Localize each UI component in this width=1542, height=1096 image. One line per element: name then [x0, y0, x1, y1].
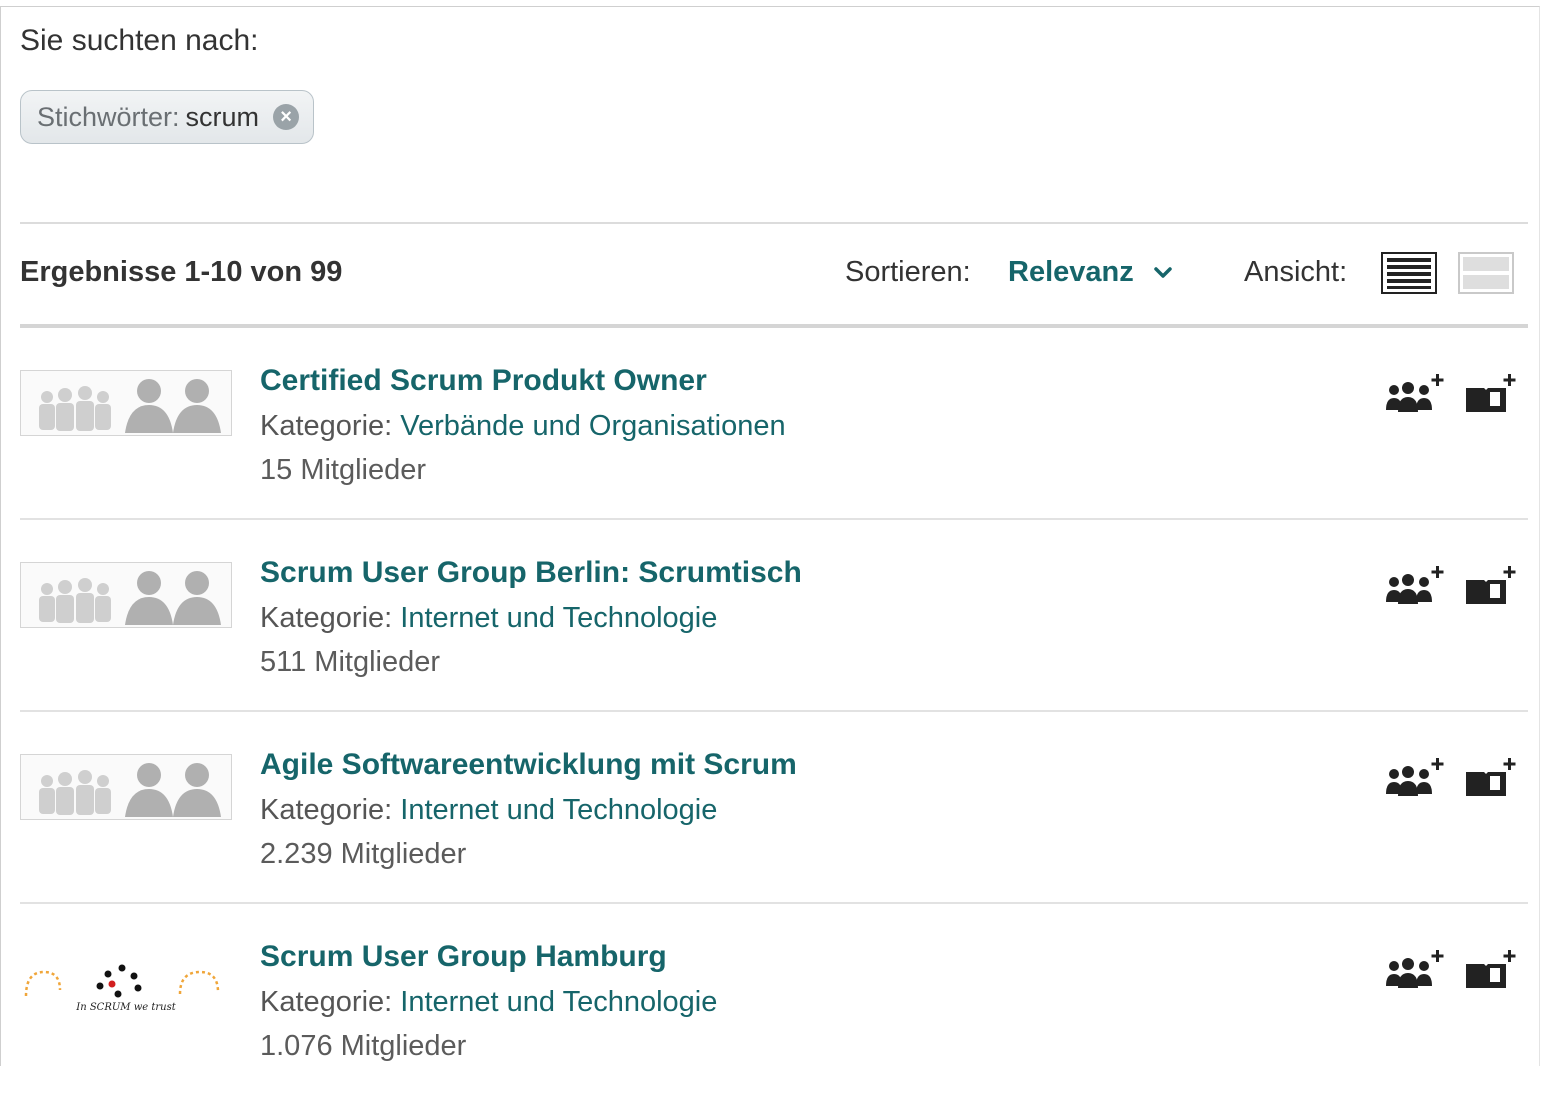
sort-dropdown[interactable]: Relevanz [1008, 256, 1172, 289]
view-label: Ansicht: [1244, 256, 1348, 288]
category-label: Kategorie: [260, 410, 393, 442]
group-result-item: Agile Softwareentwicklung mit Scrum Kate… [20, 714, 1528, 904]
sort-dropdown-value: Relevanz [1008, 256, 1134, 288]
group-title-link[interactable]: Scrum User Group Hamburg [260, 940, 667, 974]
category-label: Kategorie: [260, 794, 393, 826]
group-category: Kategorie: Verbände und Organisationen [260, 410, 786, 443]
group-category: Kategorie: Internet und Technologie [260, 794, 717, 827]
people-placeholder-icon [39, 379, 221, 433]
member-count: 1.076 Mitglieder [260, 1030, 467, 1062]
detail-view-icon[interactable] [1458, 252, 1514, 294]
bookmark-group-icon[interactable] [1464, 756, 1518, 800]
group-result-item: In SCRUM we trust Scrum User Group Hambu… [20, 906, 1528, 1096]
category-link[interactable]: Internet und Technologie [400, 602, 717, 634]
chevron-down-icon [1153, 266, 1172, 278]
keyword-filter-value: scrum [185, 101, 260, 132]
divider [20, 222, 1528, 224]
join-group-icon[interactable] [1384, 756, 1446, 800]
category-label: Kategorie: [260, 602, 393, 634]
people-placeholder-icon [39, 571, 221, 625]
search-summary-label: Sie suchten nach: [20, 24, 259, 57]
group-logo-text: In SCRUM we trust [75, 1002, 176, 1013]
group-category: Kategorie: Internet und Technologie [260, 602, 717, 635]
keyword-filter-key: Stichwörter: [37, 101, 180, 132]
member-count: 15 Mitglieder [260, 454, 427, 486]
group-title-link[interactable]: Agile Softwareentwicklung mit Scrum [260, 748, 797, 782]
remove-filter-icon[interactable]: × [273, 104, 300, 130]
group-result-item: Certified Scrum Produkt Owner Kategorie:… [20, 330, 1528, 520]
results-count: Ergebnisse 1-10 von 99 [20, 256, 343, 288]
keyword-filter-tag: Stichwörter: scrum × [20, 90, 315, 144]
people-placeholder-icon [39, 763, 221, 817]
category-link[interactable]: Internet und Technologie [400, 986, 717, 1018]
member-count: 2.239 Mitglieder [260, 838, 467, 870]
group-title-link[interactable]: Certified Scrum Produkt Owner [260, 364, 707, 398]
bookmark-group-icon[interactable] [1464, 948, 1518, 992]
bookmark-group-icon[interactable] [1464, 372, 1518, 416]
group-thumbnail[interactable] [20, 370, 232, 436]
sort-label: Sortieren: [845, 256, 971, 288]
bookmark-group-icon[interactable] [1464, 564, 1518, 608]
divider [20, 324, 1528, 328]
divider [20, 518, 1528, 520]
group-thumbnail[interactable]: In SCRUM we trust [20, 944, 232, 1016]
member-count: 511 Mitglieder [260, 646, 441, 678]
group-title-link[interactable]: Scrum User Group Berlin: Scrumtisch [260, 556, 802, 590]
category-label: Kategorie: [260, 986, 393, 1018]
group-thumbnail[interactable] [20, 754, 232, 820]
divider [20, 902, 1528, 904]
group-logo-image: In SCRUM we trust [24, 964, 220, 1013]
category-link[interactable]: Internet und Technologie [400, 794, 717, 826]
group-result-item: Scrum User Group Berlin: Scrumtisch Kate… [20, 522, 1528, 712]
group-category: Kategorie: Internet und Technologie [260, 986, 717, 1019]
join-group-icon[interactable] [1384, 372, 1446, 416]
divider [20, 710, 1528, 712]
list-view-icon[interactable] [1381, 252, 1437, 294]
join-group-icon[interactable] [1384, 564, 1446, 608]
join-group-icon[interactable] [1384, 948, 1446, 992]
group-thumbnail[interactable] [20, 562, 232, 628]
category-link[interactable]: Verbände und Organisationen [400, 410, 785, 442]
